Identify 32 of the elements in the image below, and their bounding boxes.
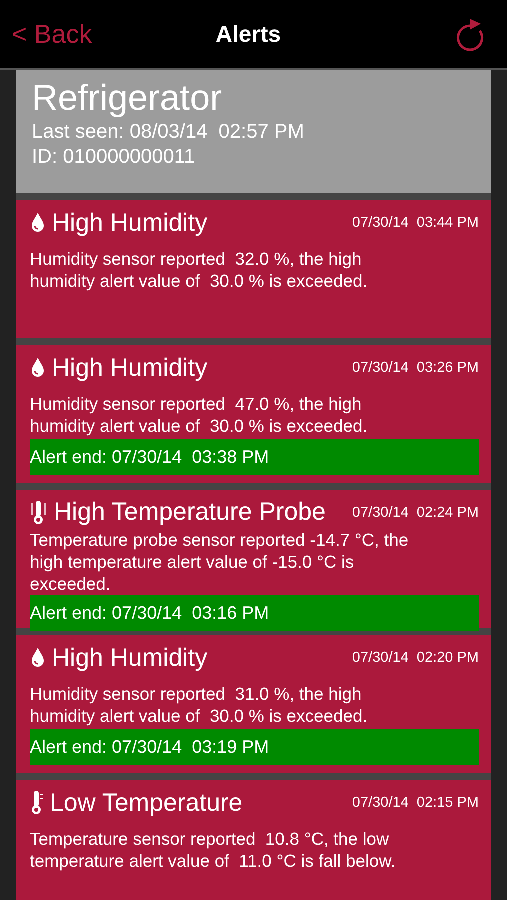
alert-card[interactable]: Low Temperature 07/30/14 02:15 PM Temperature sensor reported 10.8 °C, the low temperature alert value of 11.0 °C is fall below. <box>16 780 491 900</box>
screen-title: Alerts <box>216 20 282 48</box>
alert-message: Temperature sensor reported 10.8 °C, the low temperature alert value of 11.0 °C is fall below. <box>30 828 397 873</box>
alert-card[interactable]: High Humidity 07/30/14 02:20 PM Humidity sensor reported 31.0 %, the high humidity alert value of 30.0 % is exceeded. Alert end: 07/30/14 03:19 PM <box>16 635 491 773</box>
alert-end-bar: Alert end: 07/30/14 03:38 PM <box>30 439 479 475</box>
alert-message: Temperature probe sensor reported -14.7 °C, the high temperature alert value of -15.0 °C is exceeded. <box>30 529 410 595</box>
thermometer-icon <box>30 790 44 816</box>
alert-message: Humidity sensor reported 47.0 %, the high humidity alert value of 30.0 % is exceeded. <box>30 393 369 438</box>
alert-time: 07/30/14 02:24 PM <box>352 504 479 520</box>
alert-time: 07/30/14 03:26 PM <box>352 360 479 376</box>
last-seen-text: Last seen: 08/03/14 02:57 PM <box>32 120 306 145</box>
thermometer-probe-icon <box>30 500 48 526</box>
alert-title: High Temperature Probe <box>54 498 327 527</box>
device-id-text: ID: 010000000011 <box>32 145 196 170</box>
alert-end-bar: Alert end: 07/30/14 03:19 PM <box>30 729 479 765</box>
water-drop-icon <box>30 357 46 379</box>
alert-message: Humidity sensor reported 32.0 %, the high humidity alert value of 30.0 % is exceeded. <box>30 248 369 293</box>
alert-card[interactable]: High Humidity 07/30/14 03:26 PM Humidity sensor reported 47.0 %, the high humidity alert value of 30.0 % is exceeded. Alert end: 07/30/14 03:38 PM <box>16 345 491 483</box>
alert-end-bar: Alert end: 07/30/14 03:16 PM <box>30 595 479 631</box>
alert-time: 07/30/14 03:44 PM <box>352 215 479 231</box>
water-drop-icon <box>30 647 46 669</box>
alert-message: Humidity sensor reported 31.0 %, the high humidity alert value of 30.0 % is exceeded. <box>30 683 369 728</box>
water-drop-icon <box>30 212 46 234</box>
alert-title: High Humidity <box>52 354 209 382</box>
alert-title: High Humidity <box>52 644 209 672</box>
alert-title: High Humidity <box>52 208 209 238</box>
alert-card[interactable]: High Humidity 07/30/14 03:44 PM Humidity sensor reported 32.0 %, the high humidity alert value of 30.0 % is exceeded. <box>16 200 491 338</box>
alert-card[interactable]: High Temperature Probe 07/30/14 02:24 PM Temperature probe sensor reported -14.7 °C, the high temperature alert value of -15.0 °C is exceeded. Alert end: 07/30/14 03:16 PM <box>16 490 491 628</box>
device-name: Refrigerator <box>32 76 224 120</box>
alert-time: 07/30/14 02:20 PM <box>352 650 479 666</box>
alert-title: Low Temperature <box>50 788 244 818</box>
alert-time: 07/30/14 02:15 PM <box>352 795 479 811</box>
